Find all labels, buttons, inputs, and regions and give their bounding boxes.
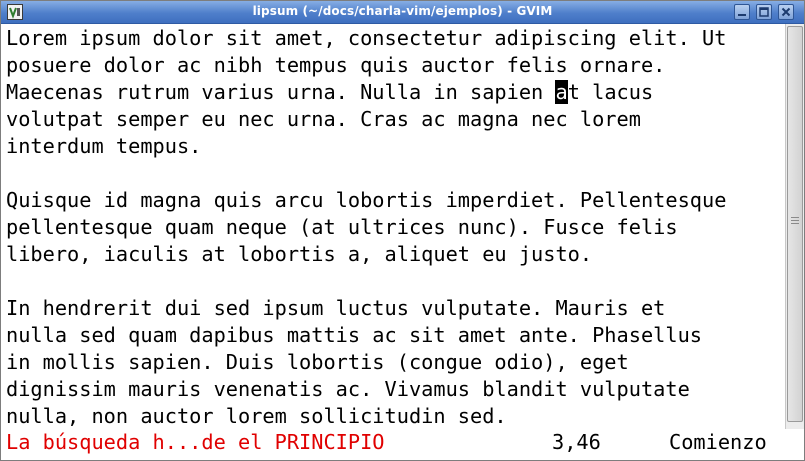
text-line <box>6 268 726 295</box>
gvim-window: lipsum (~/docs/charla-vim/ejemplos) - GV… <box>0 0 805 461</box>
text-line: interdum tempus. <box>6 134 202 158</box>
text-line: pellentesque quam neque (at ultrices nun… <box>6 215 678 239</box>
title-bar[interactable]: lipsum (~/docs/charla-vim/ejemplos) - GV… <box>1 1 804 24</box>
minimize-icon <box>738 14 746 16</box>
grip-line <box>791 217 799 218</box>
text-line: volutpat semper eu nec urna. Cras ac mag… <box>6 107 641 131</box>
text-line: dignissim mauris venenatis ac. Vivamus b… <box>6 377 690 401</box>
window-title: lipsum (~/docs/charla-vim/ejemplos) - GV… <box>252 4 553 18</box>
close-icon <box>781 7 791 17</box>
file-location-indicator: Comienzo <box>669 430 767 454</box>
text-line: In hendrerit dui sed ipsum luctus vulput… <box>6 296 666 320</box>
cursor-position: 3,46 <box>552 430 601 454</box>
search-message: La búsqueda h...de el PRINCIPIO <box>6 430 385 454</box>
text-line: Lorem ipsum dolor sit amet, consectetur … <box>6 26 727 50</box>
text-line: Quisque id magna quis arcu lobortis impe… <box>6 188 727 212</box>
text-cursor: a <box>555 80 568 104</box>
text-line: nulla sed quam dapibus mattis ac sit ame… <box>6 323 702 347</box>
grip-line <box>791 220 799 221</box>
vertical-scrollbar[interactable] <box>785 24 804 429</box>
command-line[interactable]: La búsqueda h...de el PRINCIPIO 3,46 Com… <box>1 429 804 456</box>
text-line: nulla, non auctor lorem sollicitudin sed… <box>6 404 507 428</box>
text-line: libero, iaculis at lobortis a, aliquet e… <box>6 242 593 266</box>
minimize-button[interactable] <box>734 4 750 20</box>
close-button[interactable] <box>778 4 794 20</box>
text-editor-area[interactable]: Lorem ipsum dolor sit amet, consectetur … <box>1 24 785 429</box>
vim-icon[interactable] <box>7 4 23 20</box>
text-line: posuere dolor ac nibh tempus quis auctor… <box>6 53 666 77</box>
maximize-button[interactable] <box>756 4 772 20</box>
text-line <box>6 160 726 187</box>
grip-line <box>791 223 799 224</box>
scrollbar-thumb[interactable] <box>787 26 803 422</box>
text-lines: Lorem ipsum dolor sit amet, consectetur … <box>6 25 726 429</box>
maximize-icon <box>759 7 769 17</box>
text-line: in mollis sapien. Duis lobortis (congue … <box>6 350 629 374</box>
text-line: Maecenas rutrum varius urna. Nulla in sa… <box>6 80 654 104</box>
